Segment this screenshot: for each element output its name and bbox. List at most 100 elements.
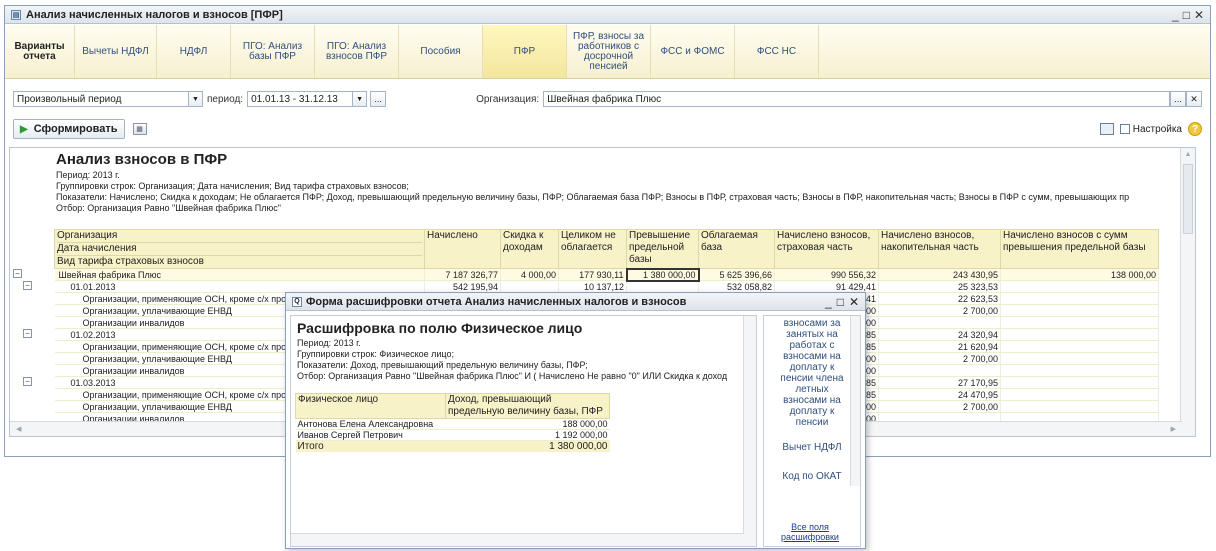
cell-value[interactable]: 91 429,41	[774, 280, 879, 293]
cell-value[interactable]	[878, 364, 1001, 377]
table-row[interactable]: Швейная фабрика Плюс 7 187 326,77 4 000,00…	[54, 267, 1159, 282]
cell-value[interactable]	[1000, 352, 1159, 365]
cell-value[interactable]	[1000, 316, 1159, 329]
maximize-icon[interactable]: □	[837, 295, 844, 309]
field-item[interactable]: доплату к	[764, 406, 860, 417]
decryption-fields-list[interactable]: взносами за занятых на работах с взносами н…	[763, 315, 861, 547]
col-header: Начислено взносов, страховая часть	[774, 229, 879, 269]
cell-value[interactable]: 2 700,00	[878, 304, 1001, 317]
collapse-icon[interactable]: −	[13, 269, 22, 278]
scroll-thumb[interactable]	[1183, 164, 1193, 234]
all-fields-link[interactable]: Все поля расшифровки	[770, 522, 850, 542]
tab-pgo-base-pfr[interactable]: ПГО: Анализ базы ПФР	[231, 25, 315, 78]
tab-ndfl-deductions[interactable]: Вычеты НДФЛ	[75, 25, 157, 78]
cell-value[interactable]: 25 323,53	[878, 280, 1001, 293]
field-item[interactable]: пенсии	[764, 417, 860, 428]
scroll-left-icon[interactable]: ◀	[16, 425, 21, 433]
cell-value[interactable]	[1000, 400, 1159, 413]
minimize-icon[interactable]: _	[1172, 8, 1179, 22]
settings-icon[interactable]	[1119, 124, 1130, 134]
settings-area: Настройка ?	[1099, 122, 1202, 136]
tab-pfr[interactable]: ПФР	[483, 25, 567, 78]
close-icon[interactable]: ✕	[849, 295, 859, 309]
report-vscroll[interactable]: ▲	[1180, 148, 1195, 436]
close-icon[interactable]: ✕	[1194, 8, 1204, 22]
cell-value[interactable]	[1000, 364, 1159, 377]
field-item[interactable]: доплату к	[764, 362, 860, 373]
cell-value[interactable]: 7 187 326,77	[424, 268, 501, 281]
cell-value[interactable]: 24 470,95	[878, 388, 1001, 401]
period-input[interactable]: 01.01.13 - 31.12.13	[247, 91, 354, 107]
table-row[interactable]: Антонова Елена Александровна 188 000,00	[295, 418, 610, 430]
cell-value[interactable]: 177 930,11	[558, 268, 627, 281]
tab-pfr-early-pension[interactable]: ПФР, взносы за работников с досрочной пе…	[567, 25, 651, 78]
cell-value[interactable]: 2 700,00	[878, 352, 1001, 365]
cell-value[interactable]: 243 430,95	[878, 268, 1001, 281]
cell-value[interactable]: 138 000,00	[1000, 268, 1159, 281]
dialog-vscroll[interactable]	[743, 316, 756, 546]
chevron-down-icon[interactable]: ▼	[189, 91, 203, 107]
chevron-down-icon[interactable]: ▼	[353, 91, 368, 107]
field-item[interactable]: занятых на	[764, 329, 860, 340]
field-item[interactable]: взносами за	[764, 318, 860, 329]
print-icon[interactable]: ▦	[132, 123, 147, 135]
period-select-button[interactable]: ...	[370, 91, 387, 107]
settings-button[interactable]: Настройка	[1133, 124, 1182, 135]
cell-value[interactable]: 10 137,12	[558, 280, 627, 293]
cell-value[interactable]	[1000, 328, 1159, 341]
generate-button[interactable]: ▶ Сформировать	[13, 119, 125, 139]
field-item[interactable]: летных	[764, 384, 860, 395]
cell-value[interactable]	[1000, 376, 1159, 389]
period-type-select[interactable]: Произвольный период	[13, 91, 189, 107]
cell-value[interactable]: 990 556,32	[774, 268, 879, 281]
cell-value[interactable]: 5 625 396,66	[698, 268, 775, 281]
fields-scroll[interactable]	[850, 316, 860, 486]
field-item[interactable]: пенсии члена	[764, 373, 860, 384]
cell-value[interactable]	[500, 280, 559, 293]
cell-value[interactable]	[1000, 292, 1159, 305]
cell-value[interactable]: 21 620,94	[878, 340, 1001, 353]
cell-value[interactable]: 542 195,94	[424, 280, 501, 293]
cell-value[interactable]: 2 700,00	[878, 400, 1001, 413]
tab-pgo-contrib-pfr[interactable]: ПГО: Анализ взносов ПФР	[315, 25, 399, 78]
field-item[interactable]: взносами на	[764, 395, 860, 406]
dialog-filter: Отбор: Организация Равно "Швейная фабрик…	[297, 371, 728, 381]
cell-value[interactable]: 532 058,82	[698, 280, 775, 293]
cell-value[interactable]	[626, 280, 699, 293]
tab-fss-foms[interactable]: ФСС и ФОМС	[651, 25, 735, 78]
tab-ndfl[interactable]: НДФЛ	[157, 25, 231, 78]
organization-clear-button[interactable]: ✕	[1186, 91, 1202, 107]
tab-fss-ns[interactable]: ФСС НС	[735, 25, 819, 78]
cell-value[interactable]	[1000, 304, 1159, 317]
minimize-icon[interactable]: _	[825, 295, 832, 309]
collapse-icon[interactable]: −	[23, 281, 32, 290]
cell-value[interactable]	[1000, 280, 1159, 293]
cell-value[interactable]	[1000, 388, 1159, 401]
cell-value[interactable]: 22 623,53	[878, 292, 1001, 305]
field-item[interactable]: Вычет НДФЛ	[764, 442, 860, 453]
field-item[interactable]: работах с	[764, 340, 860, 351]
cell-value[interactable]	[878, 316, 1001, 329]
organization-select-button[interactable]: ...	[1170, 91, 1186, 107]
cell-value[interactable]: 24 320,94	[878, 328, 1001, 341]
organization-input[interactable]: Швейная фабрика Плюс	[543, 91, 1170, 107]
layout-icon[interactable]	[1099, 123, 1114, 135]
period-label: период:	[207, 93, 244, 105]
scroll-right-icon[interactable]: ▶	[1171, 425, 1176, 433]
table-row[interactable]: Иванов Сергей Петрович 1 192 000,00	[295, 429, 610, 441]
scroll-up-icon[interactable]: ▲	[1181, 151, 1195, 158]
tab-benefits[interactable]: Пособия	[399, 25, 483, 78]
cell-value[interactable]: 4 000,00	[500, 268, 559, 281]
collapse-icon[interactable]: −	[23, 377, 32, 386]
field-item[interactable]: взносами на	[764, 351, 860, 362]
cell-value[interactable]	[1000, 340, 1159, 353]
field-item[interactable]: Код по ОКАТ	[764, 471, 860, 482]
cell-value[interactable]: 27 170,95	[878, 376, 1001, 389]
dialog-hscroll[interactable]	[291, 533, 744, 546]
table-row[interactable]: 01.01.2013 542 195,94 10 137,12 532 058,82 9…	[54, 280, 1159, 293]
maximize-icon[interactable]: □	[1183, 8, 1190, 22]
help-icon[interactable]: ?	[1188, 122, 1202, 136]
report-filter: Отбор: Организация Равно "Швейная фабрик…	[56, 203, 281, 213]
cell-value[interactable]: 1 380 000,00	[625, 267, 700, 282]
collapse-icon[interactable]: −	[23, 329, 32, 338]
